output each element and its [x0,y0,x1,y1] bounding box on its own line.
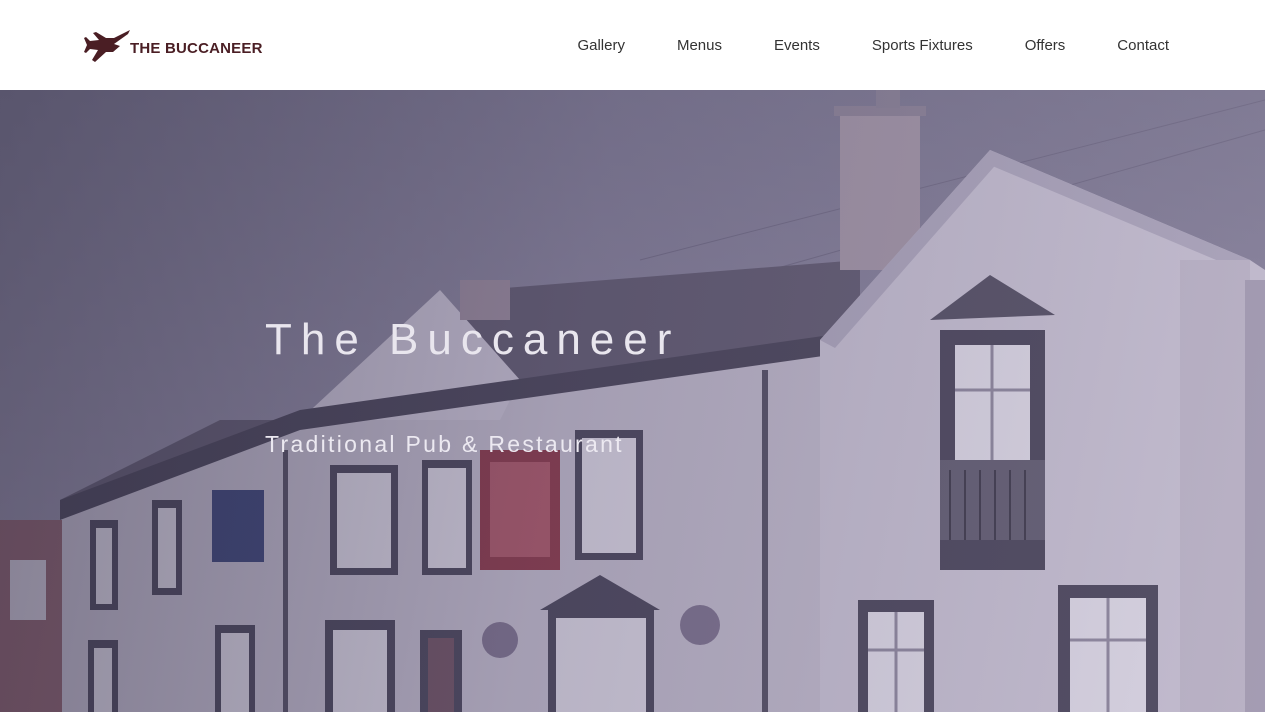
hero-overlay [0,90,1265,712]
nav-item-gallery[interactable]: Gallery [577,37,625,54]
hero-title: The Buccaneer [265,315,681,364]
site-logo[interactable]: THE BUCCANEER [84,28,263,64]
jet-aircraft-icon [84,30,130,62]
nav-item-contact[interactable]: Contact [1117,37,1169,54]
nav-item-events[interactable]: Events [774,37,820,54]
nav-item-sports-fixtures[interactable]: Sports Fixtures [872,37,973,54]
logo-text: THE BUCCANEER [130,40,263,57]
main-nav: Gallery Menus Events Sports Fixtures Off… [577,0,1169,90]
nav-item-menus[interactable]: Menus [677,37,722,54]
nav-item-offers[interactable]: Offers [1025,37,1066,54]
hero-banner: The Buccaneer Traditional Pub & Restaura… [0,90,1265,712]
site-header: THE BUCCANEER Gallery Menus Events Sport… [0,0,1265,90]
hero-subtitle: Traditional Pub & Restaurant [265,431,624,457]
